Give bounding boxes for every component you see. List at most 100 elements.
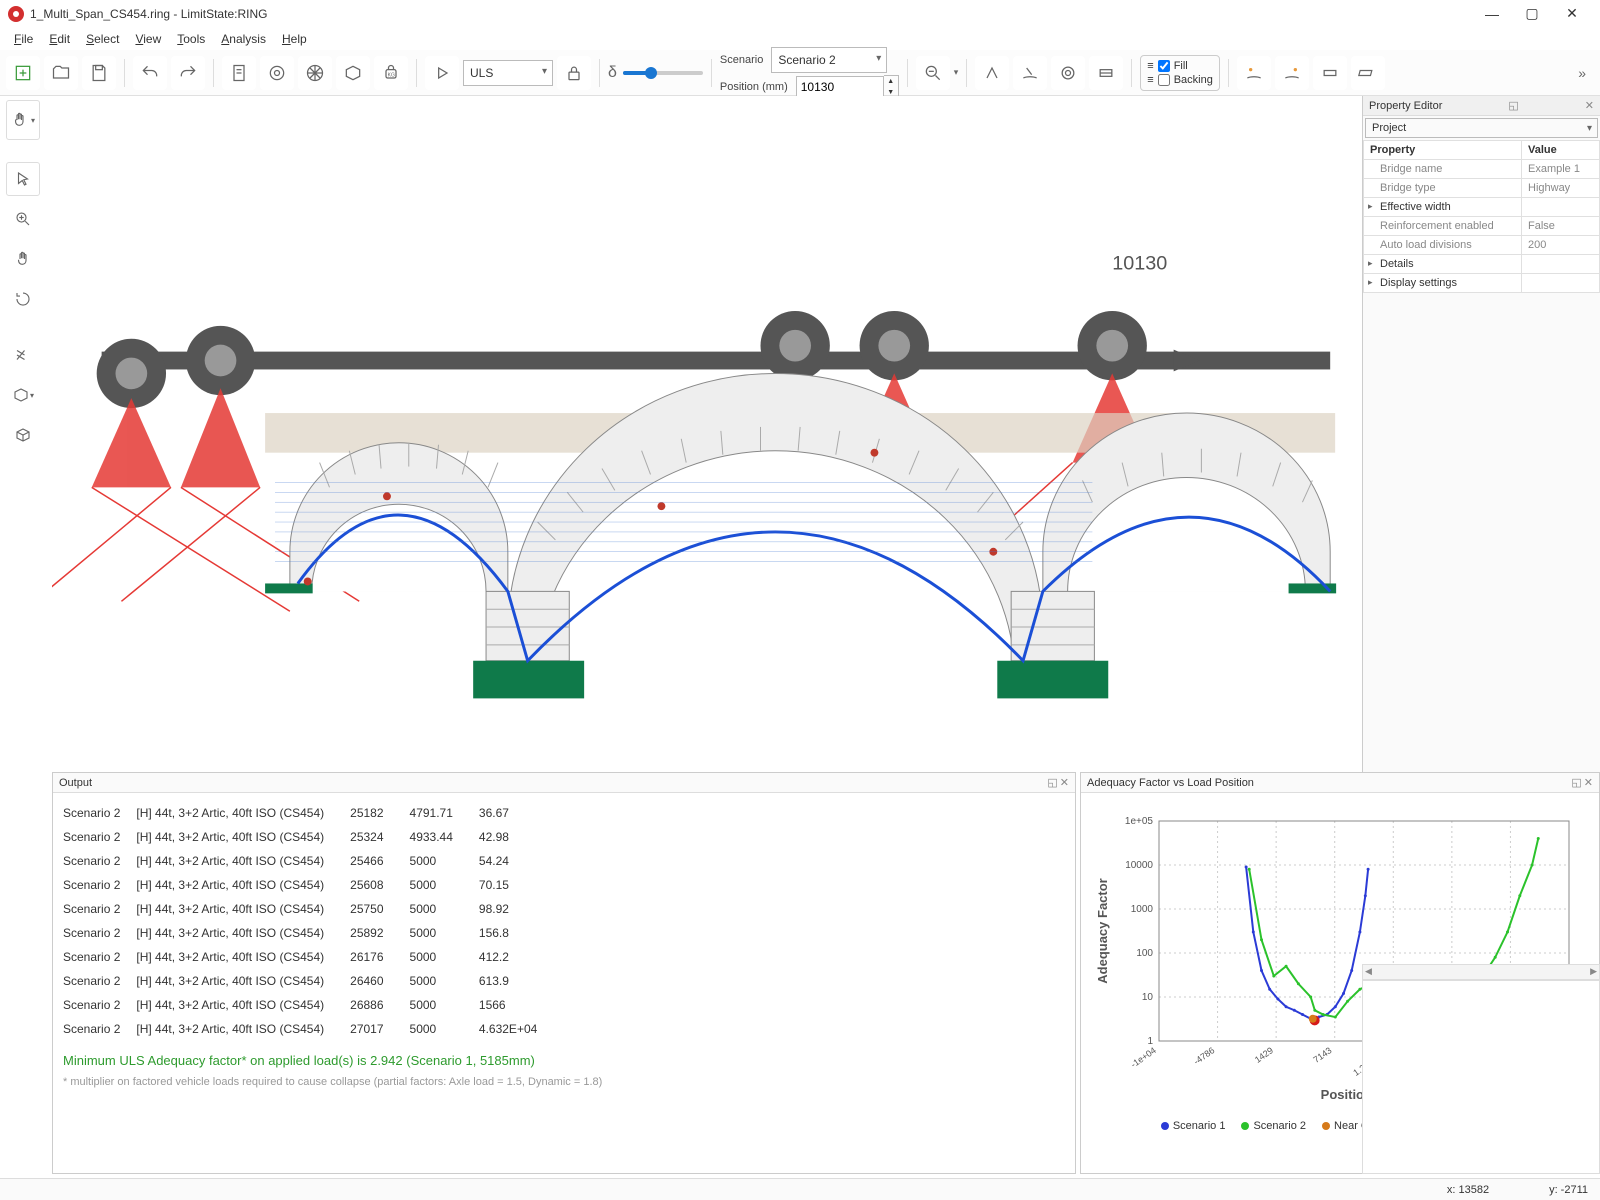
highlight1-button[interactable] [975, 56, 1009, 90]
play-button[interactable] [425, 56, 459, 90]
scenario-label: Scenario [720, 54, 763, 66]
position-readout: 10130 [1112, 252, 1167, 274]
property-hscroll[interactable]: ◀ ▶ [1362, 964, 1600, 980]
property-table: PropertyValue Bridge nameExample 1Bridge… [1363, 140, 1600, 293]
pan-tool[interactable] [6, 242, 40, 276]
menu-select[interactable]: Select [78, 29, 127, 49]
wheel-button[interactable] [298, 56, 332, 90]
menu-view[interactable]: View [127, 29, 169, 49]
rotate-tool[interactable] [6, 282, 40, 316]
report-button[interactable] [222, 56, 256, 90]
property-editor-title: Property Editor [1369, 100, 1442, 112]
property-row[interactable]: Bridge typeHighway [1364, 179, 1600, 198]
menu-tools[interactable]: Tools [169, 29, 213, 49]
result-footnote: * multiplier on factored vehicle loads r… [57, 1072, 1071, 1092]
properties-button[interactable] [260, 56, 294, 90]
output-row: Scenario 2[H] 44t, 3+2 Artic, 40ft ISO (… [57, 849, 557, 873]
output-row: Scenario 2[H] 44t, 3+2 Artic, 40ft ISO (… [57, 1017, 557, 1041]
status-y: y: -2711 [1549, 1184, 1588, 1196]
scenario-select[interactable]: Scenario 2 [771, 47, 887, 73]
position-input[interactable] [796, 76, 884, 98]
legend-item: Scenario 1 [1161, 1120, 1226, 1132]
close-button[interactable]: ✕ [1552, 0, 1592, 28]
property-row[interactable]: Display settings [1364, 274, 1600, 293]
property-row[interactable]: Reinforcement enabledFalse [1364, 217, 1600, 236]
property-scope-select[interactable]: Project [1365, 118, 1598, 138]
deflection-slider[interactable] [623, 71, 703, 75]
output-row: Scenario 2[H] 44t, 3+2 Artic, 40ft ISO (… [57, 993, 557, 1017]
svg-text:KG: KG [388, 72, 395, 78]
zoom-button[interactable] [916, 56, 950, 90]
fill-backing-group: ≡ Fill ≡ Backing [1140, 55, 1220, 91]
position-label: Position (mm) [720, 81, 788, 93]
app-icon [8, 6, 24, 22]
svg-text:1429: 1429 [1253, 1045, 1275, 1065]
chart-title: Adequacy Factor vs Load Position [1087, 777, 1254, 789]
svg-text:-4786: -4786 [1192, 1045, 1217, 1066]
highlight2-button[interactable] [1013, 56, 1047, 90]
property-row[interactable]: Auto load divisions200 [1364, 236, 1600, 255]
menu-analysis[interactable]: Analysis [213, 29, 274, 49]
property-row[interactable]: Effective width [1364, 198, 1600, 217]
svg-text:100: 100 [1136, 948, 1153, 959]
svg-text:Adequacy Factor: Adequacy Factor [1095, 878, 1110, 983]
block-button[interactable] [336, 56, 370, 90]
output-row: Scenario 2[H] 44t, 3+2 Artic, 40ft ISO (… [57, 825, 557, 849]
save-button[interactable] [82, 56, 116, 90]
view1-button[interactable] [1237, 56, 1271, 90]
new-button[interactable] [6, 56, 40, 90]
view3-button[interactable] [1313, 56, 1347, 90]
legend-item: Scenario 2 [1241, 1120, 1306, 1132]
chart-undock[interactable]: ◱ [1571, 776, 1581, 789]
align-icon: ≡ [1147, 60, 1153, 72]
highlight4-button[interactable] [1089, 56, 1123, 90]
svg-text:1000: 1000 [1131, 904, 1154, 915]
overflow-icon[interactable]: » [1570, 65, 1594, 81]
maximize-button[interactable]: ▢ [1512, 0, 1552, 28]
select-lines-tool[interactable] [6, 338, 40, 372]
output-row: Scenario 2[H] 44t, 3+2 Artic, 40ft ISO (… [57, 873, 557, 897]
load-button[interactable]: KG [374, 56, 408, 90]
property-row[interactable]: Details [1364, 255, 1600, 274]
model-viewport[interactable]: 10130 [52, 96, 1360, 740]
chart-close[interactable]: ✕ [1584, 776, 1593, 789]
svg-text:-1e+04: -1e+04 [1129, 1045, 1158, 1069]
left-toolstrip: ▾ ▾ [6, 100, 44, 452]
spin-up[interactable]: ▲ [884, 76, 898, 87]
output-undock[interactable]: ◱ [1047, 776, 1057, 789]
main-toolbar: KG ULS δ Scenario Scenario 2 Position (m… [0, 50, 1600, 96]
svg-text:10: 10 [1142, 992, 1154, 1003]
menu-help[interactable]: Help [274, 29, 315, 49]
output-row: Scenario 2[H] 44t, 3+2 Artic, 40ft ISO (… [57, 897, 557, 921]
position-spinner[interactable]: ▲▼ [796, 75, 899, 99]
output-row: Scenario 2[H] 44t, 3+2 Artic, 40ft ISO (… [57, 945, 557, 969]
output-row: Scenario 2[H] 44t, 3+2 Artic, 40ft ISO (… [57, 921, 557, 945]
property-editor-close[interactable]: ✕ [1585, 99, 1594, 112]
highlight3-button[interactable] [1051, 56, 1085, 90]
pointer-tool[interactable] [6, 162, 40, 196]
output-table: Scenario 2[H] 44t, 3+2 Artic, 40ft ISO (… [57, 801, 557, 1041]
lock-button[interactable] [557, 56, 591, 90]
analysis-mode-select[interactable]: ULS [463, 60, 553, 86]
open-button[interactable] [44, 56, 78, 90]
view4-button[interactable] [1351, 56, 1385, 90]
property-editor-undock[interactable]: ◱ [1508, 99, 1518, 112]
box3d-tool[interactable]: ▾ [6, 378, 40, 412]
menu-edit[interactable]: Edit [41, 29, 78, 49]
hand-tool[interactable]: ▾ [6, 100, 40, 140]
output-close[interactable]: ✕ [1060, 776, 1069, 789]
undo-button[interactable] [133, 56, 167, 90]
fill-checkbox[interactable]: ≡ Fill [1147, 60, 1213, 72]
backing-checkbox[interactable]: ≡ Backing [1147, 74, 1213, 86]
title-bar: 1_Multi_Span_CS454.ring - LimitState:RIN… [0, 0, 1600, 28]
output-panel: Output◱✕ Scenario 2[H] 44t, 3+2 Artic, 4… [52, 772, 1076, 1174]
menu-file[interactable]: File [6, 29, 41, 49]
deflection-icon: δ [608, 64, 617, 82]
property-row[interactable]: Bridge nameExample 1 [1364, 160, 1600, 179]
wire-tool[interactable] [6, 418, 40, 452]
view2-button[interactable] [1275, 56, 1309, 90]
zoom-tool[interactable] [6, 202, 40, 236]
redo-button[interactable] [171, 56, 205, 90]
minimize-button[interactable]: — [1472, 0, 1512, 28]
status-bar: x: 13582 y: -2711 [0, 1178, 1600, 1200]
